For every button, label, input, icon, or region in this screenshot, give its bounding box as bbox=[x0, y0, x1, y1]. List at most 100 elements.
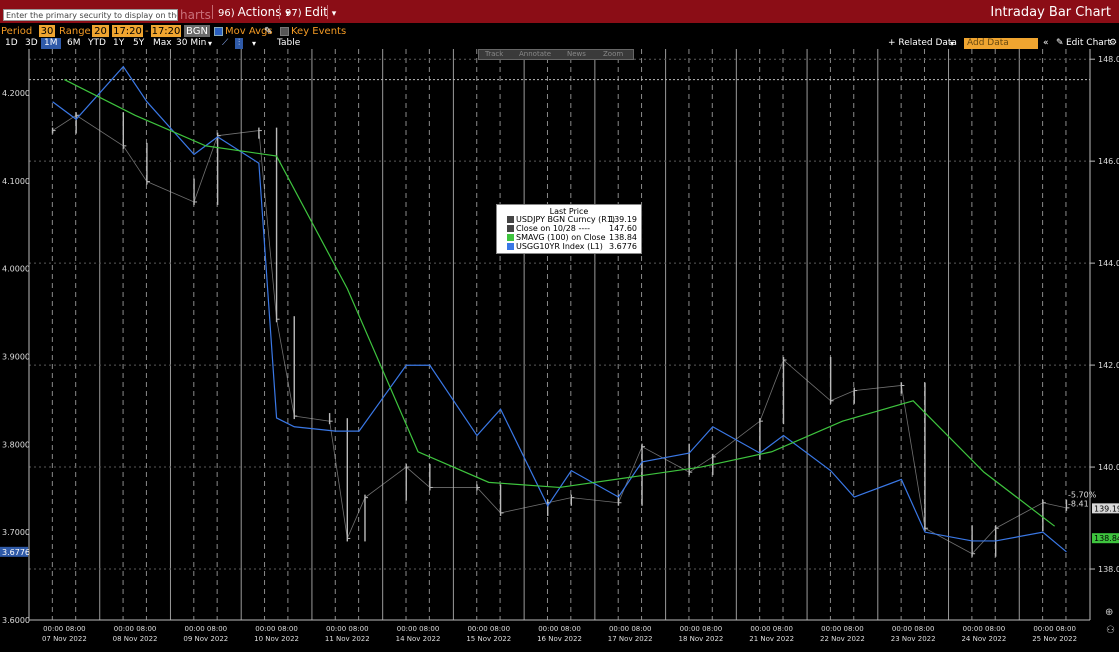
pencil-icon[interactable]: ✎ bbox=[264, 25, 272, 38]
bar-chart-icon[interactable]: ⫶ bbox=[235, 38, 244, 49]
chevron-down-icon: ▾ bbox=[331, 9, 337, 19]
price-chart[interactable]: 148.00 146.00 144.00 142.00 140.00 138.00 4.20… bbox=[0, 49, 1119, 652]
period-field[interactable]: 30 bbox=[39, 25, 55, 37]
range-button-1d[interactable]: 1D bbox=[5, 38, 18, 49]
interval-selector[interactable]: 30 Min bbox=[176, 38, 206, 49]
x-axis-time-label: 00:00 08:00 bbox=[326, 625, 369, 633]
app-title: Intraday Bar Chart bbox=[990, 5, 1111, 20]
range-button-3d[interactable]: 3D bbox=[25, 38, 38, 49]
x-axis-time-label: 00:00 08:00 bbox=[1033, 625, 1076, 633]
period-label: Period bbox=[1, 26, 33, 37]
zoom-button[interactable]: Zoom bbox=[603, 50, 623, 59]
user-icon[interactable]: ⚇ bbox=[1106, 625, 1115, 636]
line-chart-icon[interactable]: ⟋ bbox=[222, 38, 228, 49]
x-axis-date-label: 09 Nov 2022 bbox=[183, 635, 228, 643]
right-axis-tick-label: 144.00 bbox=[1098, 259, 1119, 268]
legend-row: USGG10YR Index (L1) 3.6776 bbox=[501, 242, 637, 251]
actions-menu-number: 96) bbox=[218, 8, 235, 19]
range-button-max[interactable]: Max bbox=[153, 38, 172, 49]
range-button-ytd[interactable]: YTD bbox=[88, 38, 106, 49]
change-percent-label: -5.70% bbox=[1068, 490, 1097, 499]
x-axis-date-label: 23 Nov 2022 bbox=[891, 635, 936, 643]
chevron-down-icon[interactable]: ▾ bbox=[208, 38, 212, 49]
edit-menu-label: Edit bbox=[304, 5, 328, 19]
x-axis-time-label: 00:00 08:00 bbox=[609, 625, 652, 633]
right-axis-tick-label: 148.00 bbox=[1098, 55, 1119, 64]
legend-swatch bbox=[507, 225, 514, 232]
range-label: Range bbox=[59, 26, 91, 37]
left-current-badge-label: 3.6776 bbox=[2, 548, 30, 557]
legend-row: Close on 10/28 ---- 147.60 bbox=[501, 224, 637, 233]
right-axis-tick-label: 140.00 bbox=[1098, 463, 1119, 472]
x-axis-date-label: 07 Nov 2022 bbox=[42, 635, 87, 643]
smavg-badge-label: 138.84 bbox=[1094, 534, 1119, 543]
legend-series-value: 139.19 bbox=[609, 215, 637, 224]
key-events-label: Key Events bbox=[291, 26, 347, 37]
range-button-1m[interactable]: 1M bbox=[41, 38, 61, 49]
edit-menu-button[interactable]: 97) Edit ▾ bbox=[281, 4, 340, 20]
edit-chart-button[interactable]: Edit Chart bbox=[1066, 38, 1111, 49]
settings-row: Period 30 Range 20 17:20 - 17:20 BGN Mov… bbox=[0, 25, 1119, 38]
x-axis-time-label: 00:00 08:00 bbox=[680, 625, 723, 633]
x-axis-date-label: 18 Nov 2022 bbox=[679, 635, 724, 643]
track-button[interactable]: Track bbox=[485, 50, 503, 59]
menu-separator bbox=[212, 5, 213, 19]
news-button[interactable]: News bbox=[567, 50, 586, 59]
range-button-5y[interactable]: 5Y bbox=[133, 38, 144, 49]
gear-icon[interactable]: ⚙ bbox=[1109, 38, 1117, 49]
security-input[interactable]: Enter the primary security to display on… bbox=[3, 9, 178, 21]
zoom-tool-icon[interactable]: ⊕ bbox=[1105, 607, 1113, 618]
range-button-6m[interactable]: 6M bbox=[67, 38, 81, 49]
left-axis-tick-label: 3.8000 bbox=[2, 440, 30, 449]
chart-toolbar: 1D 3D 1M 6M YTD 1Y 5Y Max 30 Min ▾ ⟋ ⫶ ▾… bbox=[0, 38, 1119, 49]
x-axis-time-label: 00:00 08:00 bbox=[538, 625, 581, 633]
x-axis-date-label: 16 Nov 2022 bbox=[537, 635, 582, 643]
x-axis-time-label: 00:00 08:00 bbox=[750, 625, 793, 633]
menu-separator bbox=[327, 5, 328, 19]
last-price-badge-label: 139.19 bbox=[1094, 504, 1119, 513]
x-axis-time-label: 00:00 08:00 bbox=[467, 625, 510, 633]
x-axis-date-label: 21 Nov 2022 bbox=[749, 635, 794, 643]
edit-menu-number: 97) bbox=[285, 8, 302, 19]
x-axis-date-label: 15 Nov 2022 bbox=[466, 635, 511, 643]
legend-series-name: SMAVG (100) on Close bbox=[516, 233, 606, 242]
right-axis-tick-label: 138.00 bbox=[1098, 565, 1119, 574]
left-axis-tick-label: 4.2000 bbox=[2, 89, 30, 98]
range-dash: - bbox=[145, 26, 149, 37]
left-axis-tick-label: 4.1000 bbox=[2, 177, 30, 186]
related-data-button[interactable]: + Related Data bbox=[888, 38, 957, 49]
end-time-field[interactable]: 17:20 bbox=[151, 25, 181, 37]
key-events-checkbox[interactable] bbox=[280, 27, 289, 36]
chevron-down-icon[interactable]: ▾ bbox=[252, 38, 256, 49]
mov-avgs-checkbox[interactable] bbox=[214, 27, 223, 36]
legend-row: SMAVG (100) on Close 138.84 bbox=[501, 233, 637, 242]
legend-series-name: USGG10YR Index (L1) bbox=[516, 242, 603, 251]
change-absolute-label: -8.41 bbox=[1068, 499, 1089, 508]
x-axis-time-label: 00:00 08:00 bbox=[185, 625, 228, 633]
charts-menu-label: harts bbox=[180, 8, 211, 22]
start-time-field[interactable]: 17:20 bbox=[112, 25, 143, 37]
chevron-down-icon[interactable]: ▾ bbox=[950, 38, 954, 49]
annotate-button[interactable]: Annotate bbox=[519, 50, 551, 59]
x-axis-date-label: 22 Nov 2022 bbox=[820, 635, 865, 643]
title-bar: Enter the primary security to display on… bbox=[0, 0, 1119, 23]
range-button-1y[interactable]: 1Y bbox=[113, 38, 124, 49]
left-axis-tick-label: 4.0000 bbox=[2, 265, 30, 274]
range-field[interactable]: 20 bbox=[92, 25, 109, 37]
table-button[interactable]: Table bbox=[277, 38, 300, 49]
x-axis-time-label: 00:00 08:00 bbox=[397, 625, 440, 633]
add-data-input[interactable]: Add Data bbox=[964, 38, 1038, 49]
pricing-source-field[interactable]: BGN bbox=[184, 25, 210, 37]
collapse-icon[interactable]: « bbox=[1043, 38, 1049, 49]
x-axis-time-label: 00:00 08:00 bbox=[963, 625, 1006, 633]
x-axis-time-label: 00:00 08:00 bbox=[821, 625, 864, 633]
legend-series-value: 3.6776 bbox=[609, 242, 637, 251]
legend-row: USDJPY BGN Curncy (R1) 139.19 bbox=[501, 215, 637, 224]
x-axis-date-label: 14 Nov 2022 bbox=[396, 635, 441, 643]
edit-chart-pencil-icon[interactable]: ✎ bbox=[1056, 38, 1064, 49]
menu-separator bbox=[279, 5, 280, 19]
chart-legend[interactable]: Last Price USDJPY BGN Curncy (R1) 139.19… bbox=[496, 204, 642, 254]
left-axis-tick-label: 3.9000 bbox=[2, 352, 30, 361]
right-axis-tick-label: 146.00 bbox=[1098, 157, 1119, 166]
x-axis-date-label: 17 Nov 2022 bbox=[608, 635, 653, 643]
